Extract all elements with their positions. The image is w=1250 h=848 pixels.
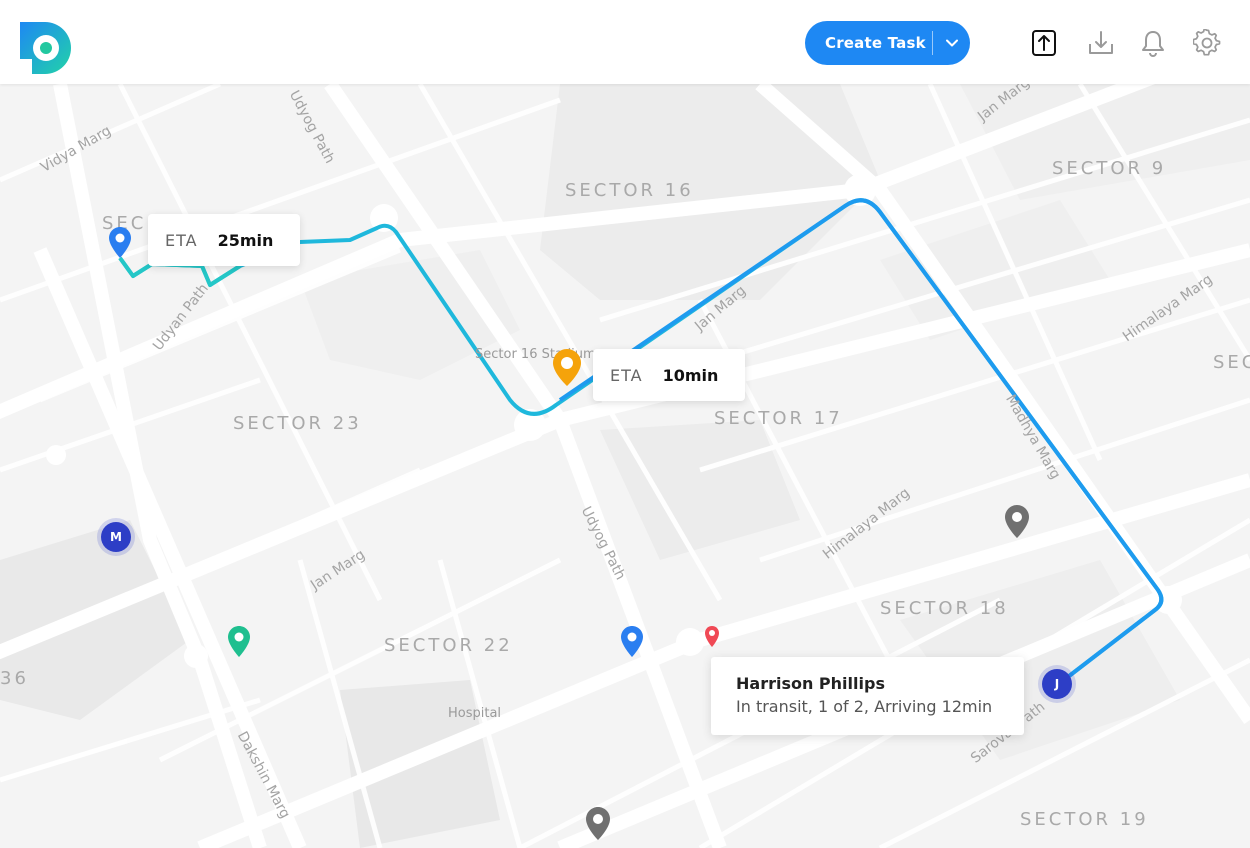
- driver-info-card[interactable]: Harrison Phillips In transit, 1 of 2, Ar…: [711, 657, 1024, 735]
- area-label: 36: [0, 668, 29, 689]
- app-logo-icon[interactable]: [20, 22, 72, 74]
- area-label: SECTOR 23: [233, 413, 362, 434]
- eta-value: 25min: [217, 230, 274, 250]
- area-label: SECTOR 19: [1020, 809, 1149, 830]
- poi-label: Hospital: [448, 706, 502, 721]
- create-task-button[interactable]: Create Task: [805, 21, 970, 65]
- area-label: SECTOR 9: [1052, 158, 1167, 179]
- top-bar: Create Task: [0, 0, 1250, 84]
- eta-card[interactable]: ETA 10min: [593, 349, 745, 401]
- gear-icon[interactable]: [1192, 28, 1222, 58]
- area-label: SECTOR 16: [565, 180, 694, 201]
- eta-card[interactable]: ETA 25min: [148, 214, 300, 266]
- eta-label: ETA: [165, 230, 198, 250]
- driver-status: In transit, 1 of 2, Arriving 12min: [736, 697, 993, 716]
- area-label: SECTOR 18: [880, 598, 1009, 619]
- driver-badge[interactable]: J: [1042, 669, 1072, 699]
- driver-badge[interactable]: M: [101, 522, 131, 552]
- create-task-label: Create Task: [825, 34, 926, 52]
- bell-icon[interactable]: [1138, 28, 1168, 58]
- upload-icon[interactable]: [1029, 28, 1059, 58]
- area-label: SECTOR 17: [714, 408, 843, 429]
- eta-label: ETA: [610, 365, 643, 385]
- map-canvas[interactable]: SECTOR 16 SECTOR 9 SECTOR 23 SECTOR 17 S…: [0, 84, 1250, 848]
- download-icon[interactable]: [1086, 28, 1116, 58]
- driver-name: Harrison Phillips: [736, 674, 885, 693]
- eta-value: 10min: [662, 365, 719, 385]
- area-label: SECTOR 22: [384, 635, 513, 656]
- area-label: SEC: [1213, 352, 1250, 373]
- chevron-down-icon[interactable]: [933, 21, 970, 65]
